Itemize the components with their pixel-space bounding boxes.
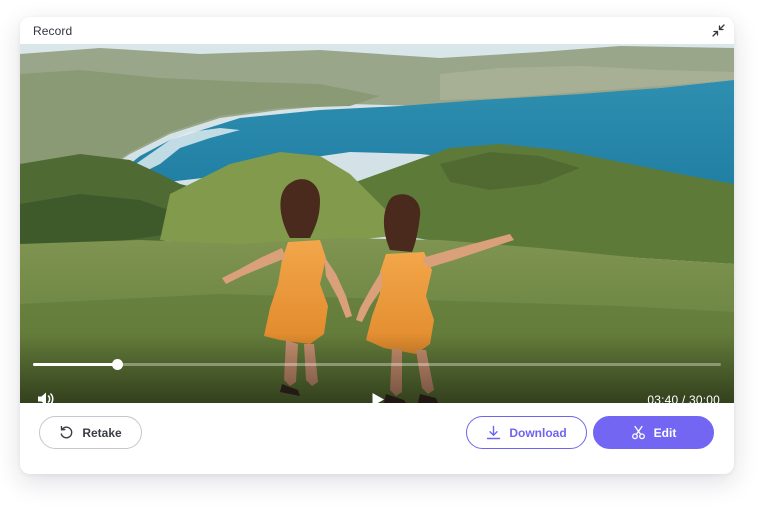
edit-button[interactable]: Edit [593, 416, 714, 449]
retake-label: Retake [82, 425, 122, 440]
video-player[interactable]: 03:40 / 30:00 [20, 44, 734, 403]
download-button[interactable]: Download [466, 416, 587, 449]
progress-bar[interactable] [33, 359, 721, 370]
download-icon [487, 425, 501, 440]
scissors-icon [631, 425, 645, 440]
download-label: Download [509, 425, 567, 440]
volume-icon[interactable] [37, 391, 55, 403]
play-icon[interactable] [371, 392, 385, 403]
retake-button[interactable]: Retake [39, 416, 142, 449]
progress-fill [33, 363, 117, 366]
time-display: 03:40 / 30:00 [647, 393, 720, 403]
dialog-header: Record [20, 17, 734, 44]
collapse-icon[interactable] [712, 24, 725, 37]
retake-icon [60, 425, 73, 439]
progress-handle[interactable] [111, 359, 123, 370]
record-dialog: Record 03:40 / 30:00 Retake Download Edi… [20, 17, 734, 474]
dialog-title: Record [33, 24, 73, 38]
edit-label: Edit [653, 425, 677, 440]
